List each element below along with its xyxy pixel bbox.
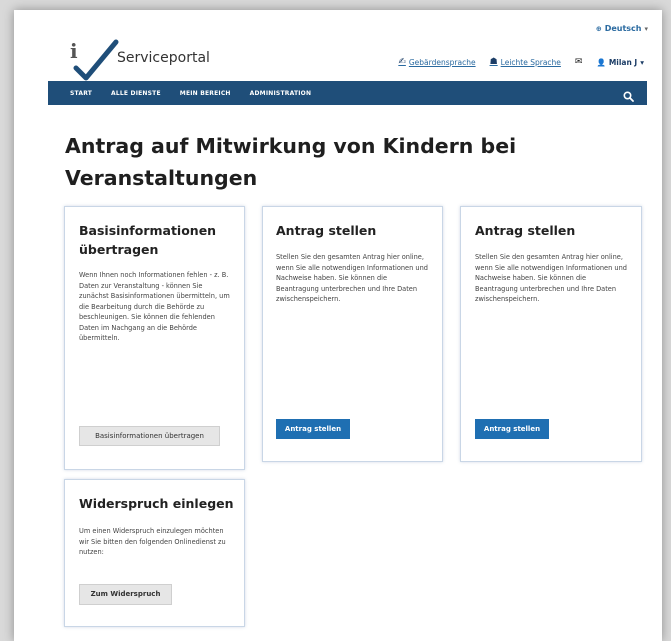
card-basisinformationen: Basisinformationen übertragen Wenn Ihnen… — [64, 206, 245, 470]
nav-alle-dienste[interactable]: ALLE DIENSTE — [111, 90, 161, 97]
card-title: Antrag stellen — [276, 223, 377, 238]
card-title: Basisinformationen übertragen — [79, 223, 217, 257]
nav-administration[interactable]: ADMINISTRATION — [250, 90, 312, 97]
page: ⊕ Deutsch ▾ i Serviceportal ✍ Gebärdensp… — [14, 10, 662, 641]
card-antrag-stellen-2: Antrag stellen Stellen Sie den gesamten … — [460, 206, 642, 462]
page-title: Antrag auf Mitwirkung von Kindern bei Ve… — [65, 133, 517, 190]
language-selector[interactable]: ⊕ Deutsch ▾ — [596, 24, 648, 33]
main-navbar: START ALLE DIENSTE MEIN BEREICH ADMINIST… — [48, 81, 647, 105]
easy-language-label: Leichte Sprache — [500, 57, 561, 67]
brand-name[interactable]: Serviceportal — [117, 50, 210, 66]
user-icon: 👤 — [596, 57, 606, 67]
card-description: Wenn Ihnen noch Informationen fehlen - z… — [79, 271, 230, 342]
user-name: Milan J — [608, 57, 638, 67]
sign-language-link[interactable]: ✍ Gebärdensprache — [398, 57, 475, 67]
card-description: Stellen Sie den gesamten Antrag hier onl… — [276, 253, 428, 303]
mail-icon[interactable]: ✉ — [575, 57, 583, 67]
globe-icon: ⊕ — [595, 24, 602, 33]
nav-mein-bereich[interactable]: MEIN BEREICH — [180, 90, 231, 97]
sign-language-label: Gebärdensprache — [408, 57, 476, 67]
card-description: Stellen Sie den gesamten Antrag hier onl… — [475, 253, 627, 303]
antrag-stellen-button[interactable]: Antrag stellen — [475, 419, 549, 439]
svg-text:i: i — [70, 39, 78, 63]
easy-language-icon: ☗ — [489, 57, 498, 67]
chevron-down-icon: ▾ — [644, 24, 648, 33]
antrag-stellen-button[interactable]: Antrag stellen — [276, 419, 350, 439]
header-links: ✍ Gebärdensprache ☗ Leichte Sprache ✉ 👤 … — [398, 57, 644, 67]
language-label: Deutsch — [604, 24, 642, 33]
search-icon[interactable] — [623, 87, 634, 102]
user-menu[interactable]: 👤 Milan J ▾ — [596, 58, 644, 67]
card-widerspruch: Widerspruch einlegen Um einen Widerspruc… — [64, 479, 245, 627]
sign-language-icon: ✍ — [398, 57, 406, 67]
nav-start[interactable]: START — [70, 90, 92, 97]
card-antrag-stellen-1: Antrag stellen Stellen Sie den gesamten … — [262, 206, 443, 462]
card-title: Antrag stellen — [475, 223, 576, 238]
zum-widerspruch-button[interactable]: Zum Widerspruch — [79, 584, 172, 605]
easy-language-link[interactable]: ☗ Leichte Sprache — [490, 57, 561, 67]
card-description: Um einen Widerspruch einzulegen möchten … — [79, 527, 226, 556]
card-title: Widerspruch einlegen — [79, 496, 234, 511]
basisinformationen-button[interactable]: Basisinformationen übertragen — [79, 426, 220, 446]
logo-icon[interactable]: i — [68, 38, 122, 82]
chevron-down-icon: ▾ — [640, 57, 644, 67]
